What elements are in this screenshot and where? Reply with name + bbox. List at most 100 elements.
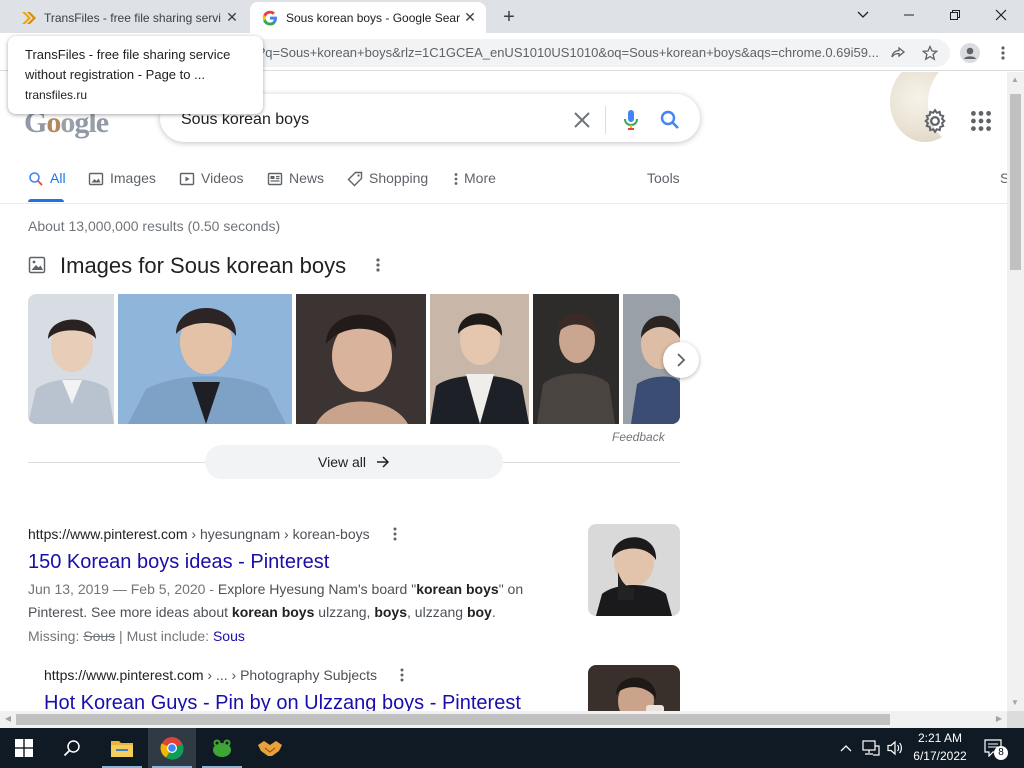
handshake-app-icon[interactable] (246, 728, 294, 768)
address-url[interactable]: ?q=Sous+korean+boys&rlz=1C1GCEA_enUS1010… (258, 45, 880, 60)
scrollbar-corner (1007, 711, 1024, 728)
tools-label: Tools (647, 170, 680, 186)
must-include-link[interactable]: Sous (213, 628, 245, 644)
vertical-scroll-thumb[interactable] (1010, 94, 1021, 270)
tools-button[interactable]: Tools (647, 170, 680, 204)
close-window-button[interactable] (978, 0, 1024, 30)
tab-google-search[interactable]: Sous korean boys - Google Searc ✕ (250, 2, 486, 33)
tab-news[interactable]: News (267, 170, 324, 204)
image-thumbnail[interactable] (430, 294, 529, 424)
newspaper-icon (267, 172, 283, 186)
tab-news-label: News (289, 170, 325, 186)
close-tab-icon[interactable]: ✕ (460, 8, 480, 28)
active-tab-indicator (28, 199, 64, 202)
action-center-notification-icon[interactable]: 8 (982, 738, 1008, 760)
result-domain: https://www.pinterest.com (44, 667, 204, 683)
tab-shopping-label: Shopping (369, 170, 429, 186)
result-options-icon[interactable] (387, 525, 403, 543)
clock-time[interactable]: 2:21 AM (905, 731, 975, 745)
tab-more[interactable]: More (452, 170, 496, 204)
tab-all-label: All (50, 170, 66, 186)
result-options-icon[interactable] (394, 666, 410, 684)
result-title-link[interactable]: Hot Korean Guys - Pin by on Ulzzang boys… (44, 692, 521, 711)
google-apps-grid-icon[interactable] (968, 108, 994, 134)
share-icon[interactable] (885, 40, 911, 66)
hover-card-url: transfiles.ru (25, 88, 88, 102)
new-tab-button[interactable]: + (498, 6, 520, 28)
result-thumbnail[interactable] (588, 524, 680, 616)
result-breadcrumb: › hyesungnam › korean-boys (187, 526, 370, 542)
tab-overflow-label: S (1000, 170, 1007, 186)
tab-more-label: More (464, 170, 496, 186)
image-thumbnail[interactable] (118, 294, 292, 424)
view-all-label: View all (318, 454, 366, 470)
image-icon (28, 256, 46, 274)
scroll-down-icon[interactable]: ▼ (1010, 698, 1020, 708)
tab-search-chevron-down-icon[interactable] (840, 0, 886, 30)
video-play-icon (179, 172, 195, 186)
chevron-right-icon (677, 353, 686, 367)
hover-card-title: TransFiles - free file sharing service w… (25, 47, 231, 82)
tab-hover-card: TransFiles - free file sharing service w… (8, 36, 263, 114)
bookmark-star-icon[interactable] (917, 40, 943, 66)
tab-videos-label: Videos (201, 170, 244, 186)
images-section-heading: Images for Sous korean boys (60, 253, 347, 278)
result-date: Jun 13, 2019 — Feb 5, 2020 - (28, 581, 218, 597)
tab-title: Sous korean boys - Google Searc (286, 10, 460, 25)
result-missing-line: Missing: Sous | Must include: Sous (28, 625, 558, 648)
start-windows-icon[interactable] (0, 728, 48, 768)
file-explorer-folder-icon[interactable] (98, 728, 146, 768)
search-type-tabs: All Images Videos News Shopping More Too… (0, 170, 1007, 204)
more-vertical-icon (454, 173, 458, 185)
search-icon[interactable] (658, 108, 682, 132)
search-box-divider (605, 106, 606, 134)
result-domain: https://www.pinterest.com (28, 526, 188, 542)
browser-menu-icon[interactable] (990, 40, 1016, 66)
scroll-right-icon[interactable]: ▶ (994, 714, 1004, 724)
taskbar-search-icon[interactable] (48, 728, 96, 768)
close-tab-icon[interactable]: ✕ (222, 8, 242, 28)
transfiles-favicon-icon (20, 10, 36, 26)
chrome-taskbar-icon[interactable] (148, 728, 196, 768)
scroll-up-icon[interactable]: ▲ (1010, 75, 1020, 85)
search-results-page: Google Sous korean boys All Images Video… (0, 72, 1007, 711)
frog-app-icon[interactable] (198, 728, 246, 768)
minimize-button[interactable] (886, 0, 932, 30)
result-url[interactable]: https://www.pinterest.com › hyesungnam ›… (28, 526, 370, 542)
tab-transfiles[interactable]: TransFiles - free file sharing servi ✕ (8, 2, 248, 33)
tab-shopping[interactable]: Shopping (347, 170, 428, 204)
tab-images-label: Images (110, 170, 156, 186)
image-thumbnail[interactable] (533, 294, 619, 424)
tab-title: TransFiles - free file sharing servi (44, 10, 221, 25)
view-all-button[interactable]: View all (205, 445, 503, 479)
profile-avatar-icon[interactable] (957, 40, 983, 66)
notification-count-badge: 8 (994, 746, 1008, 760)
image-thumbnail[interactable] (28, 294, 114, 424)
horizontal-scroll-thumb[interactable] (16, 714, 890, 725)
scroll-left-icon[interactable]: ◀ (3, 714, 13, 724)
restore-button[interactable] (932, 0, 978, 30)
result-title-link[interactable]: 150 Korean boys ideas - Pinterest (28, 551, 329, 574)
tab-overflow-text[interactable]: S (1000, 170, 1007, 204)
tab-videos[interactable]: Videos (179, 170, 244, 204)
clear-search-icon[interactable] (570, 108, 594, 132)
volume-speaker-icon[interactable] (885, 738, 905, 758)
search-icon (29, 172, 43, 186)
result-thumbnail[interactable] (588, 665, 680, 711)
tab-images[interactable]: Images (88, 170, 156, 204)
nav-divider (0, 203, 1007, 204)
network-icon[interactable] (861, 738, 881, 758)
microphone-icon[interactable] (619, 108, 643, 132)
show-hidden-icons-chevron-up-icon[interactable] (836, 738, 856, 758)
images-section-more-icon[interactable] (370, 256, 386, 274)
settings-gear-icon[interactable] (922, 108, 948, 134)
feedback-link[interactable]: Feedback (612, 430, 665, 444)
clock-date[interactable]: 6/17/2022 (905, 749, 975, 763)
image-icon (88, 172, 104, 186)
result-url[interactable]: https://www.pinterest.com › ... › Photog… (44, 667, 377, 683)
image-thumbnail[interactable] (296, 294, 426, 424)
result-stats: About 13,000,000 results (0.50 seconds) (28, 218, 281, 234)
missing-label: Missing: (28, 628, 84, 644)
carousel-next-button[interactable] (663, 342, 699, 378)
result-snippet: Jun 13, 2019 — Feb 5, 2020 - Explore Hye… (28, 581, 524, 620)
